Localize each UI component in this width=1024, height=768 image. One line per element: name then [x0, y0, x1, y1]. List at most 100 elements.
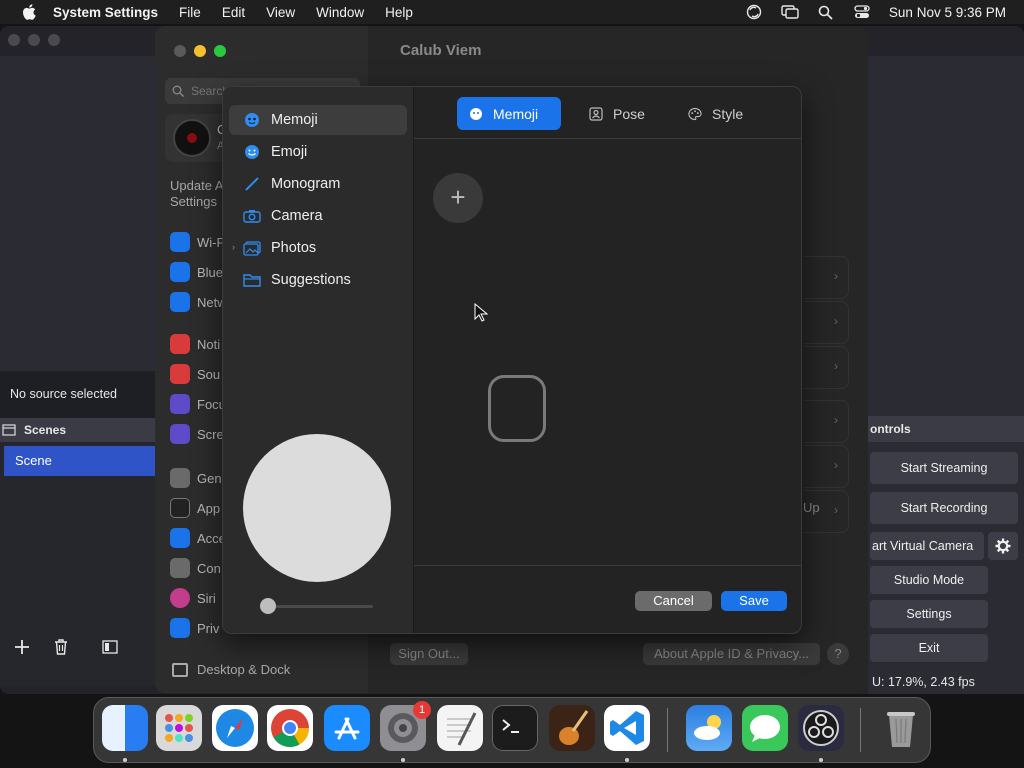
sidebar-item-wifi[interactable]: Wi-F	[170, 231, 224, 253]
control-center-icon[interactable]	[853, 4, 871, 20]
tab-pose[interactable]: Pose	[577, 97, 657, 130]
sidebar-item-desktop-dock[interactable]: Desktop & Dock	[172, 662, 290, 677]
screen-mirroring-icon[interactable]	[781, 4, 799, 20]
zoom-slider-knob[interactable]	[260, 598, 276, 614]
settings-window-controls	[174, 45, 226, 57]
appearance-icon	[170, 498, 190, 518]
cancel-button[interactable]: Cancel	[635, 591, 712, 611]
apple-menu-icon[interactable]	[18, 4, 40, 20]
pose-person-icon	[589, 106, 603, 121]
view-menu[interactable]: View	[266, 5, 295, 20]
obs-preview-area	[0, 56, 155, 396]
tab-style[interactable]: Style	[676, 97, 755, 130]
source-label: Monogram	[271, 176, 341, 192]
file-menu[interactable]: File	[179, 5, 201, 20]
sidebar-item-sound[interactable]: Sou	[170, 363, 220, 385]
textedit-icon[interactable]	[437, 705, 483, 751]
sign-out-button[interactable]: Sign Out...	[390, 643, 468, 665]
sidebar-item-screen-time[interactable]: Scre	[170, 423, 224, 445]
studio-mode-button[interactable]: Studio Mode	[870, 566, 988, 594]
source-monogram[interactable]: Monogram	[229, 169, 407, 199]
messages-icon[interactable]	[742, 705, 788, 751]
spotlight-search-icon[interactable]	[817, 4, 835, 20]
obs-icon[interactable]	[798, 705, 844, 751]
settings-close-button[interactable]	[174, 45, 186, 57]
trash-icon[interactable]	[878, 705, 924, 751]
obs-close-button[interactable]	[8, 34, 20, 46]
sidebar-item-accessibility[interactable]: Acce	[170, 527, 226, 549]
start-recording-button[interactable]: Start Recording	[870, 492, 1018, 524]
sidebar-item-general[interactable]: Gen	[170, 467, 222, 489]
settings-row[interactable]: ›	[803, 256, 849, 299]
obs-settings-button[interactable]: Settings	[870, 600, 988, 628]
sidebar-item-privacy[interactable]: Priv	[170, 617, 219, 639]
app-store-icon[interactable]	[324, 705, 370, 751]
zoom-slider-track[interactable]	[268, 605, 373, 608]
update-notice-line2: Settings	[170, 194, 217, 209]
window-menu[interactable]: Window	[316, 5, 364, 20]
picture-source-list: Memoji Emoji Monogram Camera › Photos Su…	[223, 87, 414, 633]
garageband-icon[interactable]	[549, 705, 595, 751]
dock-separator	[667, 708, 668, 752]
settings-row[interactable]: ›	[803, 445, 849, 488]
start-streaming-button[interactable]: Start Streaming	[870, 452, 1018, 484]
disclosure-chevron-icon[interactable]: ›	[232, 242, 235, 252]
sidebar-item-notifications[interactable]: Noti	[170, 333, 220, 355]
sidebar-item-network[interactable]: Netw	[170, 291, 227, 313]
launchpad-icon[interactable]	[156, 705, 202, 751]
add-scene-plus-icon[interactable]	[11, 636, 33, 658]
weather-icon[interactable]	[686, 705, 732, 751]
source-photos[interactable]: › Photos	[229, 233, 407, 263]
obs-zoom-button[interactable]	[48, 34, 60, 46]
remove-scene-trash-icon[interactable]	[50, 636, 72, 658]
settings-zoom-button[interactable]	[214, 45, 226, 57]
scene-filters-icon[interactable]	[99, 636, 121, 658]
settings-row[interactable]: ›	[803, 400, 849, 443]
sidebar-item-focus[interactable]: Focu	[170, 393, 226, 415]
add-memoji-button[interactable]: +	[433, 173, 483, 223]
app-menu[interactable]: System Settings	[53, 5, 158, 20]
style-palette-icon	[688, 107, 702, 121]
source-memoji[interactable]: Memoji	[229, 105, 407, 135]
settings-minimize-button[interactable]	[194, 45, 206, 57]
save-button[interactable]: Save	[721, 591, 787, 611]
sidebar-item-label: Con	[197, 560, 221, 576]
sidebar-item-label: Priv	[197, 620, 220, 636]
help-menu[interactable]: Help	[385, 5, 413, 20]
source-camera[interactable]: Camera	[229, 201, 407, 231]
sidebar-item-siri[interactable]: Siri	[170, 587, 216, 609]
source-suggestions[interactable]: Suggestions	[229, 265, 407, 295]
virtual-camera-settings-gear-icon[interactable]	[988, 532, 1018, 560]
about-apple-id-privacy-button[interactable]: About Apple ID & Privacy...	[643, 643, 820, 665]
settings-row[interactable]: ›	[803, 301, 849, 344]
finder-icon[interactable]	[102, 705, 148, 751]
sidebar-item-bluetooth[interactable]: Blue	[170, 261, 223, 283]
control-center-icon	[170, 558, 190, 578]
start-virtual-camera-button[interactable]: art Virtual Camera	[870, 532, 984, 560]
avatar-preview-circle[interactable]	[243, 434, 391, 582]
running-indicator	[123, 758, 127, 762]
obs-minimize-button[interactable]	[28, 34, 40, 46]
chrome-icon[interactable]	[267, 705, 313, 751]
folder-icon	[243, 272, 261, 288]
sidebar-item-control-center[interactable]: Con	[170, 557, 221, 579]
terminal-icon[interactable]	[492, 705, 538, 751]
settings-row-up-label: Up	[803, 500, 820, 515]
sidebar-item-appearance[interactable]: App	[170, 497, 220, 519]
search-icon	[171, 84, 185, 98]
source-label: Camera	[271, 208, 323, 224]
safari-icon[interactable]	[212, 705, 258, 751]
vscode-icon[interactable]	[604, 705, 650, 751]
source-emoji[interactable]: Emoji	[229, 137, 407, 167]
chevron-right-icon: ›	[834, 314, 838, 328]
help-button[interactable]: ?	[827, 643, 849, 665]
running-indicator	[625, 758, 629, 762]
obs-status-icon[interactable]	[745, 4, 763, 20]
exit-button[interactable]: Exit	[870, 634, 988, 662]
settings-row[interactable]: ›	[803, 346, 849, 389]
scene-list-item[interactable]: Scene	[4, 446, 155, 476]
edit-menu[interactable]: Edit	[222, 5, 245, 20]
menubar-clock[interactable]: Sun Nov 5 9:36 PM	[889, 5, 1006, 20]
update-notice[interactable]: Update A Settings	[170, 178, 224, 210]
tab-memoji[interactable]: Memoji	[457, 97, 561, 130]
